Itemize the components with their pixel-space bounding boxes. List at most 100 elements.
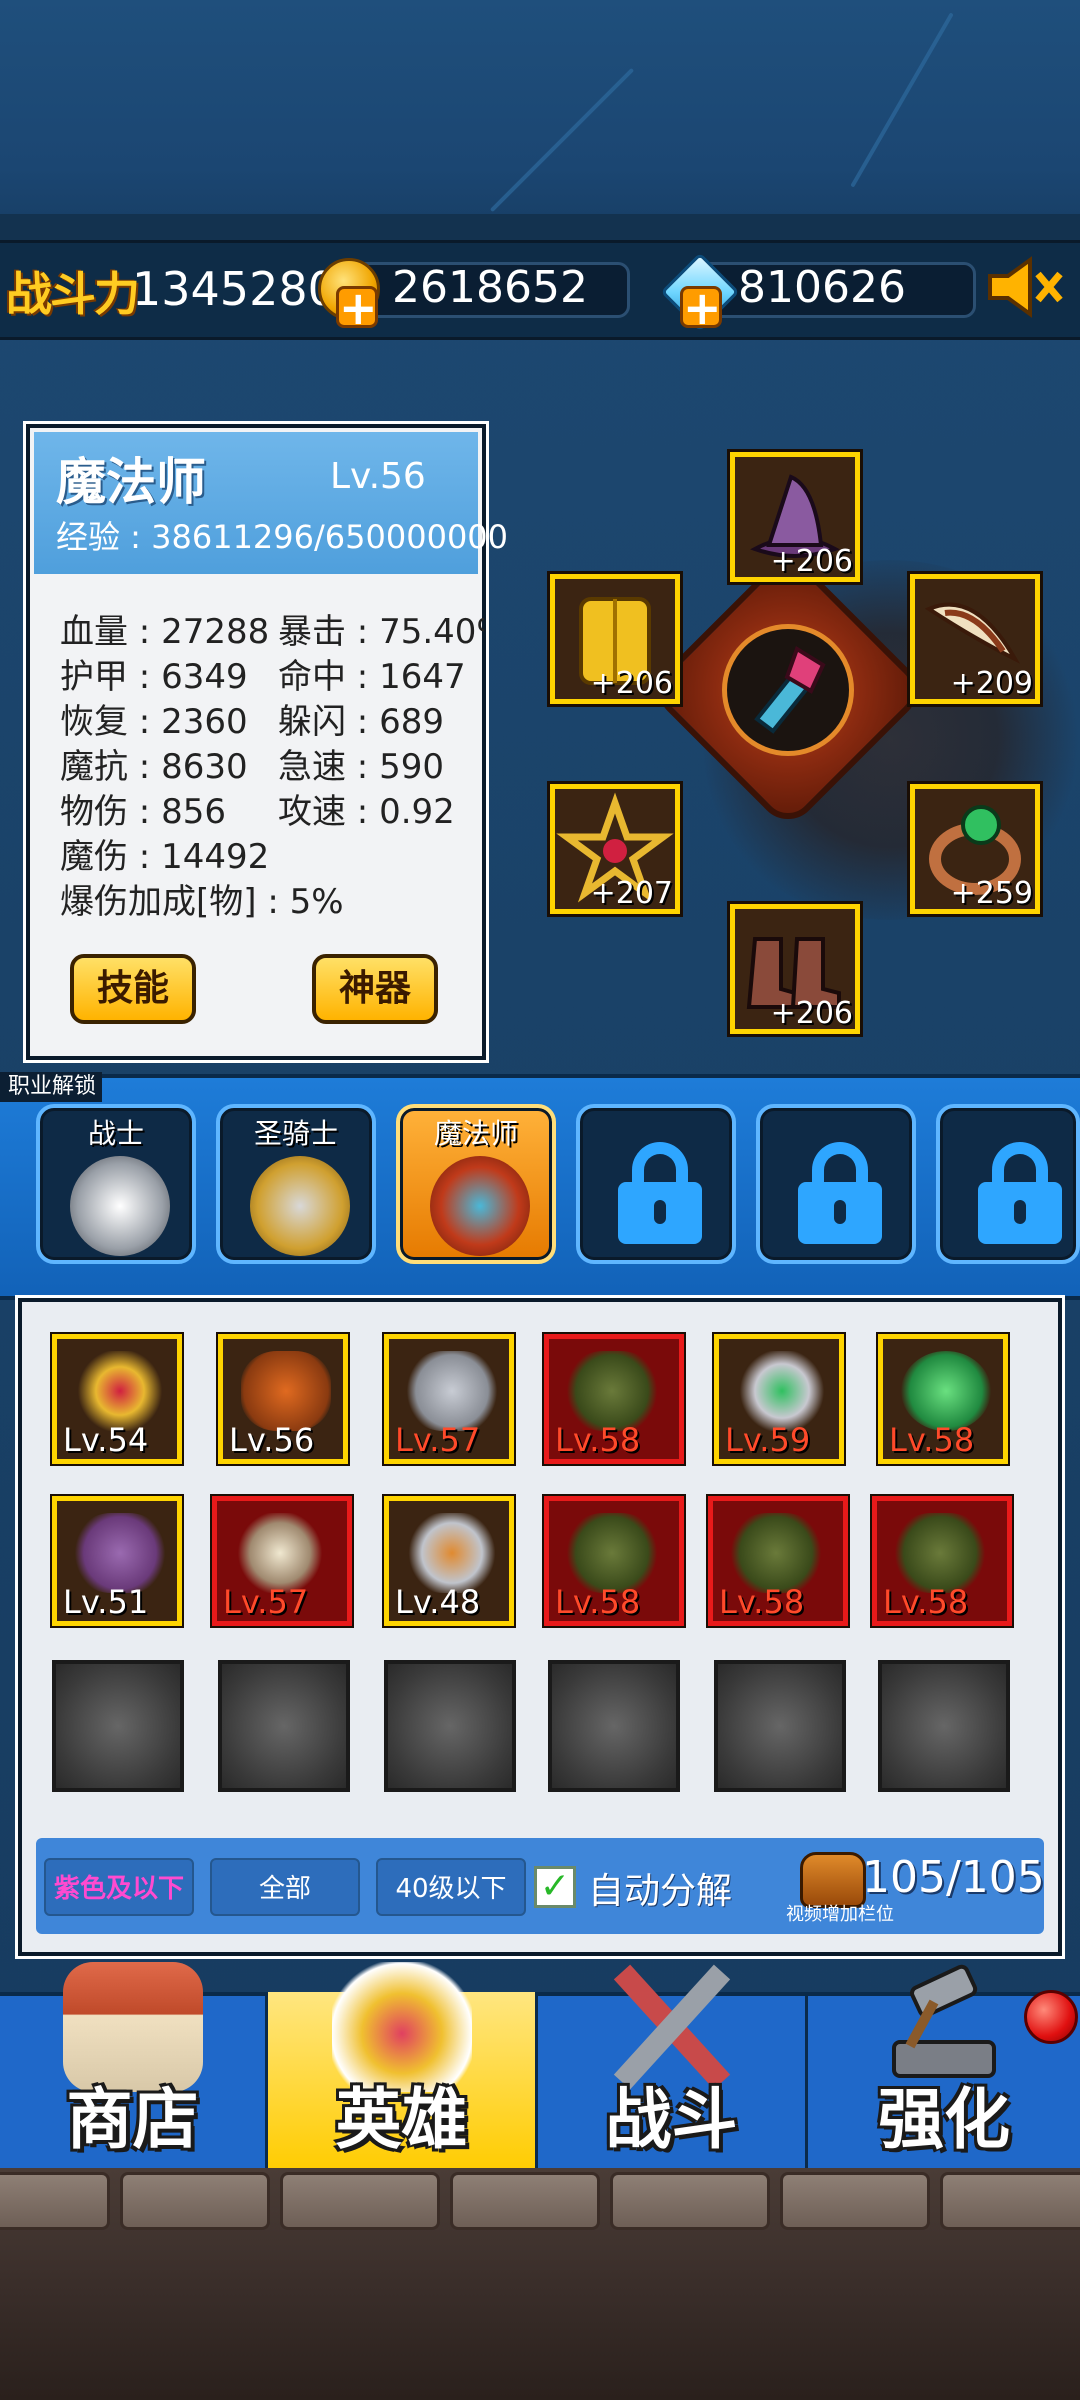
hammer-emblem-icon <box>250 1156 350 1256</box>
green-boots-icon <box>567 1351 657 1431</box>
hat-plus-value: +206 <box>770 544 853 579</box>
class-locked[interactable] <box>756 1104 916 1264</box>
class-locked[interactable] <box>936 1104 1080 1264</box>
inventory-item[interactable]: Lv.58 <box>544 1334 684 1464</box>
green-boots-icon <box>895 1513 985 1593</box>
filter-all-button[interactable]: 全部 <box>210 1858 360 1916</box>
inventory-item[interactable]: Lv.58 <box>708 1496 848 1626</box>
class-mage[interactable]: 魔法师 <box>396 1104 556 1264</box>
silver-armor-icon <box>407 1351 497 1431</box>
item-level: Lv.56 <box>229 1421 315 1459</box>
bag-video-note: 视频增加栏位 <box>786 1904 894 1925</box>
sound-muted-icon[interactable] <box>986 256 1064 318</box>
inventory-item[interactable]: Lv.59 <box>714 1334 844 1464</box>
add-gold-button[interactable]: + <box>336 285 378 331</box>
item-level: Lv.58 <box>719 1583 805 1621</box>
inventory-item[interactable]: Lv.48 <box>384 1496 514 1626</box>
empty-slot[interactable] <box>384 1660 516 1792</box>
equip-slot-armor[interactable]: +206 <box>550 574 680 704</box>
power-label: 战斗力 <box>6 267 140 321</box>
hero-exp: 经验 : 38611296/650000000 <box>56 518 509 556</box>
gold-value: 2618652 <box>392 262 588 313</box>
equip-slot-hat[interactable]: +206 <box>730 452 860 582</box>
class-name: 圣骑士 <box>253 1117 338 1150</box>
equip-slot-ring[interactable]: +259 <box>910 784 1040 914</box>
emerald-ring-icon <box>737 1351 827 1431</box>
floor-brick <box>450 2172 600 2230</box>
stat-armor: 护甲 : 6349 <box>60 657 248 697</box>
class-locked[interactable] <box>576 1104 736 1264</box>
nav-shop-tab[interactable]: 商店 <box>0 1962 268 2172</box>
auto-salvage-label: 自动分解 <box>588 1871 733 1912</box>
scene-crack <box>850 12 954 188</box>
stat-accuracy: 命中 : 1647 <box>278 657 466 697</box>
notification-dot <box>1024 1990 1078 2044</box>
empty-slot[interactable] <box>218 1660 350 1792</box>
class-name: 战士 <box>87 1117 144 1150</box>
inventory-item[interactable]: Lv.58 <box>544 1496 684 1626</box>
inventory-item[interactable]: Lv.54 <box>52 1334 182 1464</box>
green-orb-icon <box>901 1351 991 1431</box>
inventory-item[interactable]: Lv.56 <box>218 1334 348 1464</box>
auto-salvage-checkbox[interactable]: ✓ <box>534 1866 576 1908</box>
sword-emblem-icon <box>70 1156 170 1256</box>
bag-capacity: 105/105 <box>862 1852 1045 1903</box>
nav-hero-tab[interactable]: 英雄 <box>268 1962 538 2172</box>
mage-emblem-icon <box>722 624 854 756</box>
floor-brick <box>610 2172 770 2230</box>
class-paladin[interactable]: 圣骑士 <box>216 1104 376 1264</box>
nav-hero-label: 英雄 <box>335 2081 468 2158</box>
stat-magic-resist: 魔抗 : 8630 <box>60 747 248 787</box>
gems-value: 810626 <box>738 262 906 313</box>
empty-slot[interactable] <box>714 1660 846 1792</box>
equip-slot-weapon[interactable]: +209 <box>910 574 1040 704</box>
inventory-item[interactable]: Lv.57 <box>212 1496 352 1626</box>
skill-button[interactable]: 技能 <box>70 954 196 1024</box>
hero-name: 魔法师 <box>56 453 206 511</box>
inventory-item[interactable]: Lv.57 <box>384 1334 514 1464</box>
equip-slot-boots[interactable]: +206 <box>730 904 860 1034</box>
stat-physical-damage: 物伤 : 856 <box>60 792 226 832</box>
nav-enhance-label: 强化 <box>878 2081 1010 2158</box>
stat-attack-speed: 攻速 : 0.92 <box>278 792 455 832</box>
orange-gem-ring-icon <box>407 1513 497 1593</box>
add-gems-button[interactable]: + <box>680 285 722 331</box>
filter-below-40-button[interactable]: 40级以下 <box>376 1858 526 1916</box>
item-level: Lv.51 <box>63 1583 149 1621</box>
nav-battle-tab[interactable]: 战斗 <box>538 1964 808 2172</box>
inventory-item[interactable]: Lv.58 <box>872 1496 1012 1626</box>
item-level: Lv.59 <box>725 1421 811 1459</box>
inventory-item[interactable]: Lv.58 <box>878 1334 1008 1464</box>
bronze-armor-icon <box>241 1351 331 1431</box>
star-amulet-icon <box>75 1351 165 1431</box>
stat-dodge: 躲闪 : 689 <box>278 702 444 742</box>
nav-battle-label: 战斗 <box>605 2081 738 2158</box>
item-level: Lv.58 <box>883 1583 969 1621</box>
artifact-button[interactable]: 神器 <box>312 954 438 1024</box>
item-level: Lv.54 <box>63 1421 149 1459</box>
armor-plus-value: +206 <box>590 666 673 701</box>
green-boots-icon <box>731 1513 821 1593</box>
filter-purple-below-button[interactable]: 紫色及以下 <box>44 1858 194 1916</box>
empty-slot[interactable] <box>878 1660 1010 1792</box>
stat-regen: 恢复 : 2360 <box>60 702 248 742</box>
item-level: Lv.57 <box>395 1421 481 1459</box>
class-warrior[interactable]: 战士 <box>36 1104 196 1264</box>
floor-brick <box>780 2172 930 2230</box>
equip-slot-amulet[interactable]: +207 <box>550 784 680 914</box>
item-level: Lv.58 <box>555 1421 641 1459</box>
empty-slot[interactable] <box>52 1660 184 1792</box>
item-level: Lv.57 <box>223 1583 309 1621</box>
empty-slot[interactable] <box>548 1660 680 1792</box>
item-level: Lv.58 <box>555 1583 641 1621</box>
wizard-hat-icon <box>75 1513 165 1593</box>
scene-crack <box>489 67 635 213</box>
item-level: Lv.58 <box>889 1421 975 1459</box>
mage-emblem-icon <box>430 1156 530 1256</box>
weapon-plus-value: +209 <box>950 666 1033 701</box>
inventory-item[interactable]: Lv.51 <box>52 1496 182 1626</box>
nav-shop-label: 商店 <box>66 2081 199 2158</box>
stat-crit-damage-bonus: 爆伤加成[物] : 5% <box>60 882 344 922</box>
hero-level: Lv.56 <box>330 456 426 497</box>
scene-ridge <box>0 214 1080 240</box>
